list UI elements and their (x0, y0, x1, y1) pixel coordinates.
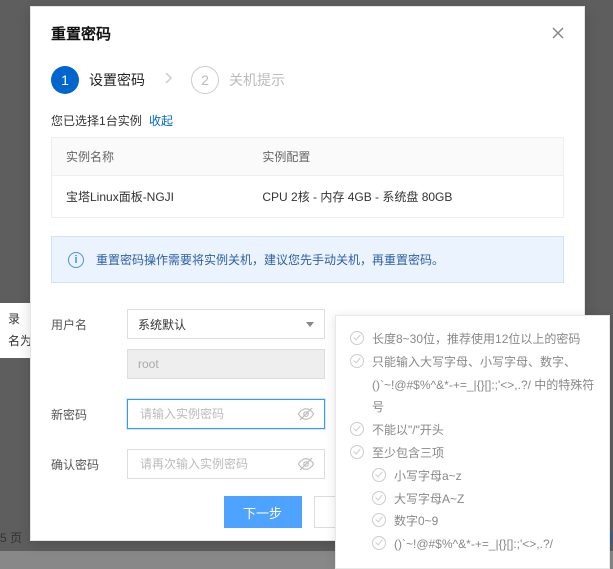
collapse-link[interactable]: 收起 (149, 114, 173, 128)
rule-text: ()`~!@#$%^&*-+=_|{}[]:;'<>,.?/ (394, 533, 553, 556)
rule-text: 只能输入大写字母、小写字母、数字、 (372, 351, 576, 374)
password-rules-tooltip: 长度8~30位，推荐使用12位以上的密码 只能输入大写字母、小写字母、数字、 (… (335, 315, 610, 569)
rule-item: 至少包含三项 (350, 442, 595, 465)
modal-title: 重置密码 (51, 26, 111, 43)
label-confirm-password: 确认密码 (51, 456, 127, 473)
close-button[interactable] (546, 21, 570, 45)
check-icon (350, 445, 364, 459)
step-1-number: 1 (51, 66, 79, 94)
rule-text: 数字0~9 (394, 510, 438, 533)
rule-item: 数字0~9 (350, 510, 595, 533)
cell-name: 宝塔Linux面板-NGJI (52, 176, 249, 218)
label-new-password: 新密码 (51, 406, 127, 423)
label-username: 用户名 (51, 309, 127, 333)
new-password-input-wrap[interactable] (127, 399, 325, 429)
username-value-readonly: root (127, 349, 325, 379)
eye-off-icon (297, 405, 315, 423)
select-value: 系统默认 (138, 316, 186, 333)
cell-config: CPU 2核 - 内存 4GB - 系统盘 80GB (248, 176, 563, 218)
check-icon (350, 422, 364, 436)
alert-text: 重置密码操作需要将实例关机，建议您先手动关机，再重置密码。 (96, 251, 444, 268)
step-2-label: 关机提示 (229, 70, 285, 90)
new-password-input[interactable] (138, 406, 297, 422)
chevron-right-icon (163, 71, 173, 85)
rule-text: 至少包含三项 (372, 442, 444, 465)
chevron-down-icon (306, 322, 314, 327)
check-icon (372, 536, 386, 550)
info-alert: i 重置密码操作需要将实例关机，建议您先手动关机，再重置密码。 (51, 236, 564, 283)
step-1-label: 设置密码 (89, 70, 145, 90)
check-icon (372, 468, 386, 482)
info-icon: i (68, 252, 84, 268)
step-separator (163, 71, 173, 90)
rule-item: 长度8~30位，推荐使用12位以上的密码 (350, 328, 595, 351)
rule-text: 大写字母A~Z (394, 488, 464, 511)
check-icon (350, 354, 364, 368)
next-button[interactable]: 下一步 (224, 496, 302, 528)
rule-text: 不能以"/"开头 (372, 419, 444, 442)
step-2-number: 2 (191, 66, 219, 94)
check-icon (372, 513, 386, 527)
rule-item: ()`~!@#$%^&*-+=_|{}[]:;'<>,.?/ 中的特殊符号 (350, 374, 595, 420)
instance-table: 实例名称 实例配置 宝塔Linux面板-NGJI CPU 2核 - 内存 4GB… (51, 137, 564, 218)
bg-fragment-bl: 5 页 (0, 529, 22, 546)
toggle-visibility-button[interactable] (297, 405, 315, 423)
selection-prefix: 您已选择 (51, 114, 99, 128)
col-config: 实例配置 (248, 138, 563, 176)
selection-count: 1台实例 (99, 114, 142, 128)
eye-off-icon (297, 455, 315, 473)
rule-item: 不能以"/"开头 (350, 419, 595, 442)
rule-item: ()`~!@#$%^&*-+=_|{}[]:;'<>,.?/ (350, 533, 595, 556)
close-icon (550, 25, 566, 41)
stepper: 1 设置密码 2 关机提示 (31, 58, 584, 112)
step-2: 2 关机提示 (191, 66, 285, 94)
toggle-visibility-button[interactable] (297, 455, 315, 473)
confirm-password-input[interactable] (138, 456, 297, 472)
rule-item: 只能输入大写字母、小写字母、数字、 (350, 351, 595, 374)
rule-text: 小写字母a~z (394, 465, 462, 488)
rule-text: 长度8~30位，推荐使用12位以上的密码 (372, 328, 580, 351)
rule-item: 大写字母A~Z (350, 488, 595, 511)
check-icon (372, 491, 386, 505)
modal-header: 重置密码 (31, 7, 584, 58)
table-row: 宝塔Linux面板-NGJI CPU 2核 - 内存 4GB - 系统盘 80G… (52, 176, 564, 218)
rule-text: ()`~!@#$%^&*-+=_|{}[]:;'<>,.?/ 中的特殊符号 (372, 374, 595, 420)
check-icon (350, 331, 364, 345)
confirm-password-input-wrap[interactable] (127, 449, 325, 479)
bg-text: 录 (8, 309, 32, 331)
selection-summary: 您已选择1台实例 收起 (51, 112, 564, 129)
bg-text: 名为 (8, 331, 32, 353)
rule-item: 小写字母a~z (350, 465, 595, 488)
step-1: 1 设置密码 (51, 66, 145, 94)
username-select[interactable]: 系统默认 (127, 309, 325, 339)
col-name: 实例名称 (52, 138, 249, 176)
